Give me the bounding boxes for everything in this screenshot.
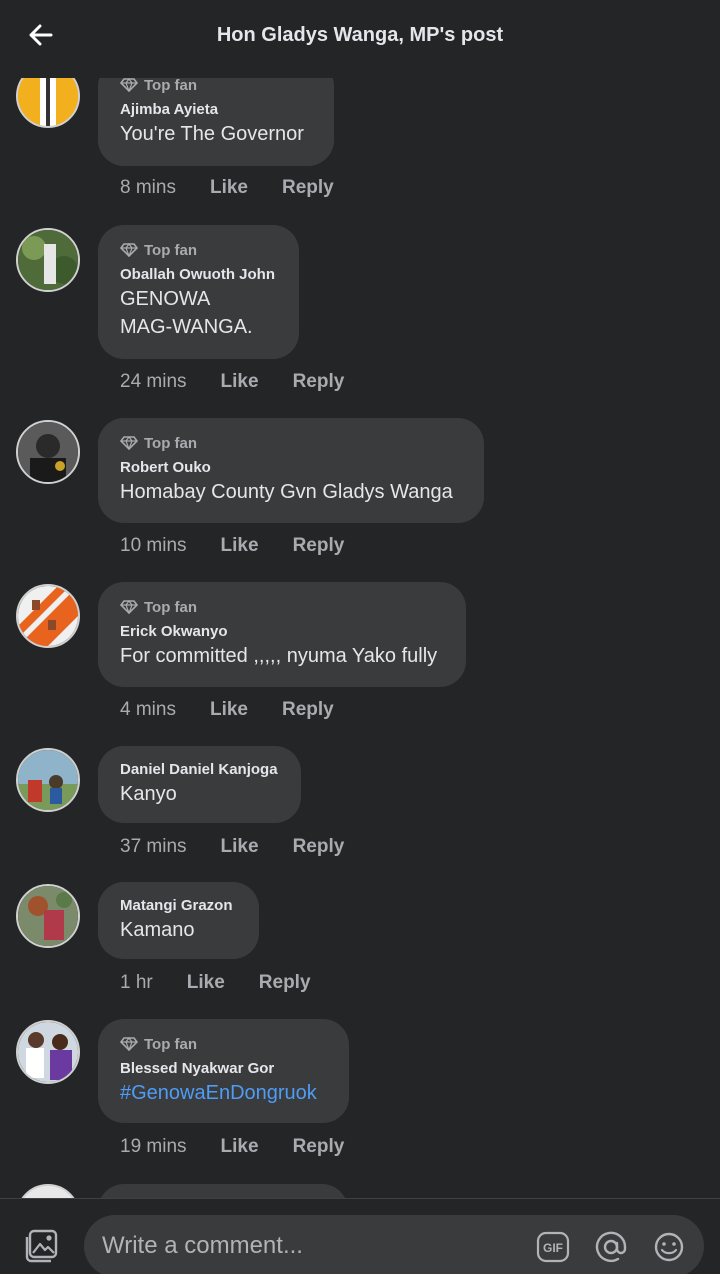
smiley-icon — [654, 1232, 684, 1262]
comment-bubble[interactable]: Daniel Daniel Kanjoga Kanyo — [98, 746, 301, 823]
gif-button[interactable]: GIF — [536, 1231, 570, 1263]
reply-button[interactable]: Reply — [293, 836, 345, 858]
comment-time[interactable]: 19 mins — [120, 1136, 187, 1158]
comment-bubble[interactable]: Top fan Blessed Nyakwar Gor #GenowaEnDon… — [98, 1019, 349, 1123]
post-comments-screen: Top fan Ajimba Ayieta You're The Governo… — [0, 0, 720, 1274]
diamond-icon — [120, 1037, 138, 1051]
like-button[interactable]: Like — [221, 535, 259, 557]
comment-time[interactable]: 4 mins — [120, 699, 176, 721]
comment-text: GENOWA MAG-WANGA. — [120, 288, 253, 338]
comment-bubble[interactable]: Top fan Erick Okwanyo For committed ,,,,… — [98, 582, 466, 687]
comment-meta: 1 hr Like Reply — [120, 969, 345, 997]
gif-icon: GIF — [536, 1231, 570, 1263]
comment-text: Kamano — [120, 919, 195, 941]
photo-button[interactable] — [24, 1229, 60, 1263]
badge-label: Top fan — [144, 434, 198, 452]
top-bar: Hon Gladys Wanga, MP's post — [0, 0, 720, 78]
like-button[interactable]: Like — [187, 972, 225, 994]
comments-feed[interactable]: Top fan Ajimba Ayieta You're The Governo… — [0, 0, 720, 1198]
comment-author[interactable]: Matangi Grazon — [120, 896, 237, 916]
top-fan-badge: Top fan — [120, 239, 277, 261]
like-button[interactable]: Like — [210, 699, 248, 721]
comment-time[interactable]: 24 mins — [120, 371, 187, 393]
comment-bubble[interactable]: Top fan Oballah Owuoth John GENOWA MAG-W… — [98, 225, 299, 359]
comment-text: Homabay County Gvn Gladys Wanga — [120, 481, 453, 503]
diamond-icon — [120, 600, 138, 614]
badge-label: Top fan — [144, 76, 198, 94]
diamond-icon — [120, 243, 138, 257]
comment-text: Kanyo — [120, 783, 177, 805]
avatar[interactable] — [16, 748, 80, 812]
reply-button[interactable]: Reply — [282, 177, 334, 199]
comment-meta: 24 mins Like Reply — [120, 368, 378, 396]
page-title: Hon Gladys Wanga, MP's post — [216, 24, 504, 46]
reply-button[interactable]: Reply — [259, 972, 311, 994]
hashtag-link[interactable]: #GenowaEnDongruok — [120, 1079, 327, 1107]
comment-author[interactable]: Oballah Owuoth John — [120, 265, 277, 285]
diamond-icon — [120, 78, 138, 92]
avatar[interactable] — [16, 584, 80, 648]
at-icon — [595, 1231, 627, 1263]
avatar[interactable] — [16, 228, 80, 292]
reply-button[interactable]: Reply — [293, 535, 345, 557]
comment-author[interactable]: Ajimba Ayieta — [120, 100, 312, 120]
comment-text: For committed ,,,,, nyuma Yako fully — [120, 645, 438, 667]
comment-time[interactable]: 37 mins — [120, 836, 187, 858]
comment-meta: 19 mins Like Reply — [120, 1133, 378, 1161]
top-fan-badge: Top fan — [120, 1033, 327, 1055]
comment-input-placeholder: Write a comment... — [102, 1232, 303, 1259]
comment-time[interactable]: 1 hr — [120, 972, 153, 994]
comment-time[interactable]: 10 mins — [120, 535, 187, 557]
badge-label: Top fan — [144, 241, 198, 259]
photo-icon — [25, 1229, 58, 1263]
comment-input[interactable]: Write a comment... GIF — [84, 1215, 704, 1274]
comment-meta: 8 mins Like Reply — [120, 174, 368, 202]
comment-author[interactable]: Daniel Daniel Kanjoga — [120, 760, 279, 780]
comment-meta: 37 mins Like Reply — [120, 833, 378, 861]
like-button[interactable]: Like — [210, 177, 248, 199]
emoji-button[interactable] — [652, 1231, 684, 1263]
like-button[interactable]: Like — [221, 836, 259, 858]
comment-meta: 4 mins Like Reply — [120, 696, 368, 724]
badge-label: Top fan — [144, 598, 198, 616]
avatar[interactable] — [16, 420, 80, 484]
comment-author[interactable]: Robert Ouko — [120, 458, 462, 478]
reply-button[interactable]: Reply — [293, 1136, 345, 1158]
mention-button[interactable] — [594, 1231, 627, 1263]
reply-button[interactable]: Reply — [282, 699, 334, 721]
avatar[interactable] — [16, 884, 80, 948]
top-fan-badge: Top fan — [120, 432, 462, 454]
comment-author[interactable]: Erick Okwanyo — [120, 622, 444, 642]
reply-button[interactable]: Reply — [293, 371, 345, 393]
comment-bubble[interactable]: Matangi Grazon Kamano — [98, 882, 259, 959]
comment-meta: 10 mins Like Reply — [120, 532, 378, 560]
comment-author[interactable]: Blessed Nyakwar Gor — [120, 1059, 327, 1079]
like-button[interactable]: Like — [221, 1136, 259, 1158]
gif-label: GIF — [543, 1241, 563, 1255]
comment-text: You're The Governor — [120, 123, 304, 145]
top-fan-badge: Top fan — [120, 596, 444, 618]
comment-composer: Write a comment... GIF — [0, 1198, 720, 1274]
avatar[interactable] — [16, 1184, 80, 1198]
like-button[interactable]: Like — [221, 371, 259, 393]
comment-bubble[interactable]: Top fan Robert Ouko Homabay County Gvn G… — [98, 418, 484, 523]
comment-bubble[interactable] — [98, 1184, 348, 1198]
avatar[interactable] — [16, 1020, 80, 1084]
comment-time[interactable]: 8 mins — [120, 177, 176, 199]
diamond-icon — [120, 436, 138, 450]
badge-label: Top fan — [144, 1035, 198, 1053]
